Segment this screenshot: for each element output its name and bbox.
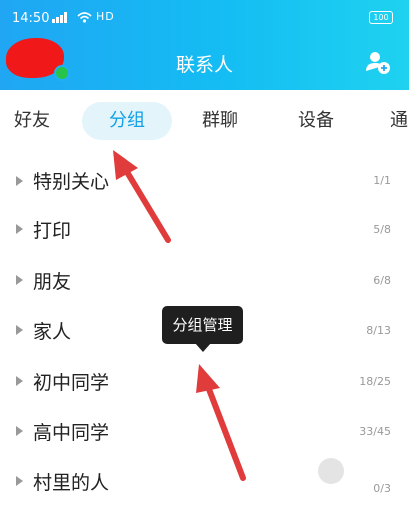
status-time: 14:50 [12,11,50,26]
tab-devices[interactable]: 设备 [298,102,334,140]
expand-caret-icon [16,376,23,386]
tab-friends[interactable]: 好友 [14,102,50,140]
tab-more[interactable]: 通 [390,102,408,140]
expand-caret-icon [16,476,23,486]
group-count: 5/8 [373,223,391,236]
tooltip-pointer [195,343,211,352]
expand-caret-icon [16,325,23,335]
group-name: 家人 [33,321,72,343]
group-name: 特别关心 [33,171,110,193]
expand-caret-icon [16,275,23,285]
tab-group-chats[interactable]: 群聊 [202,102,238,140]
signal-icon: HD [52,10,115,23]
group-name: 朋友 [33,271,72,293]
expand-caret-icon [16,176,23,186]
header-bar: 14:50 HD 100 联系人 [0,0,409,90]
group-name: 村里的人 [33,472,110,494]
network-type-label: HD [96,10,115,23]
paw-icon [318,458,344,484]
group-count: 1/1 [373,174,391,187]
group-name: 高中同学 [33,422,110,444]
group-name: 打印 [33,220,72,242]
tab-groups[interactable]: 分组 [82,102,172,140]
battery-icon: 100 [369,11,393,24]
watermark-logo [318,458,398,496]
group-row-friends[interactable]: 朋友 6/8 [0,256,409,306]
expand-caret-icon [16,224,23,234]
group-row-high-school[interactable]: 高中同学 33/45 [0,406,409,456]
group-management-tooltip[interactable]: 分组管理 [162,306,243,344]
expand-caret-icon [16,426,23,436]
page-title: 联系人 [175,54,233,76]
group-row-special-care[interactable]: 特别关心 1/1 [0,156,409,206]
group-count: 8/13 [366,324,391,337]
add-contact-icon[interactable] [365,49,391,75]
group-count: 18/25 [359,375,391,388]
group-name: 初中同学 [33,372,110,394]
group-count: 6/8 [373,274,391,287]
group-row-middle-school[interactable]: 初中同学 18/25 [0,356,409,406]
group-row-print[interactable]: 打印 5/8 [0,206,409,256]
group-count: 33/45 [359,425,391,438]
wifi-icon [76,11,92,23]
